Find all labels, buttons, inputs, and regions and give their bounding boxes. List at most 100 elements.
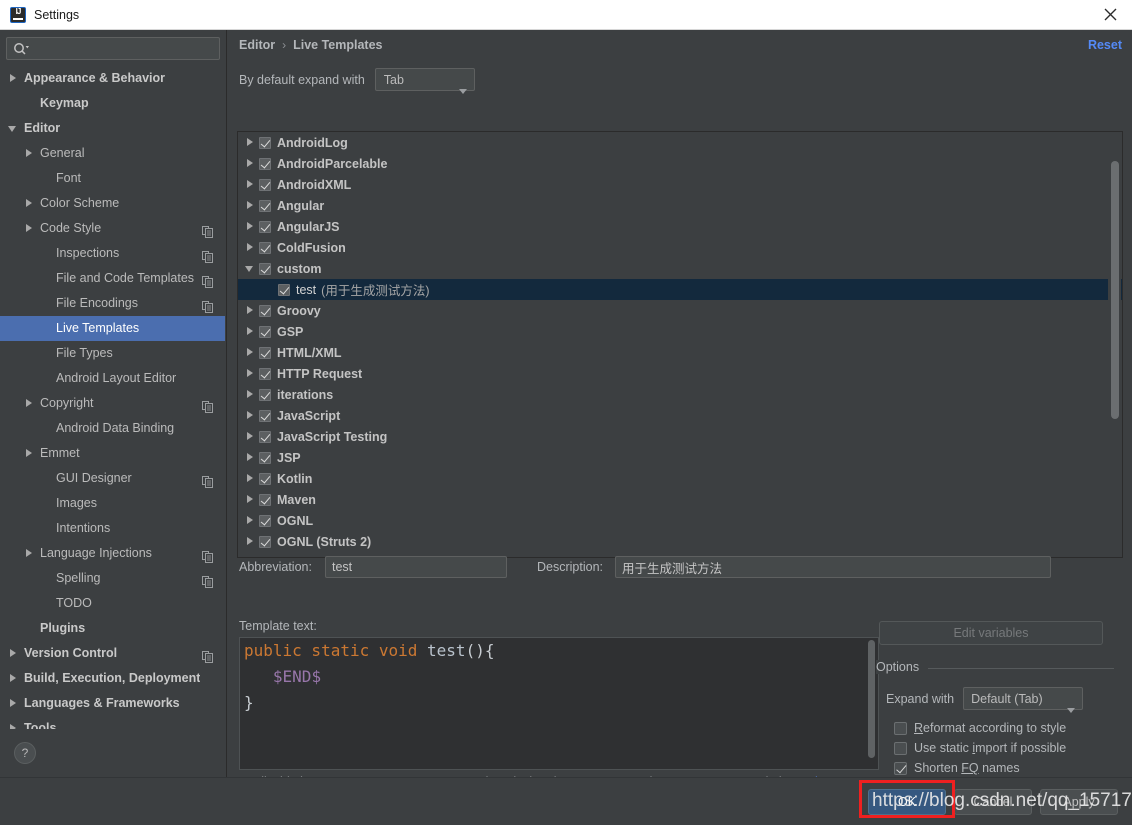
sidebar-item-general[interactable]: General	[0, 141, 225, 166]
template-checkbox[interactable]	[278, 283, 290, 296]
option-checkbox-row[interactable]: Reformat according to style	[894, 721, 1066, 735]
edit-variables-button[interactable]: Edit variables	[879, 621, 1103, 645]
sidebar-item-font[interactable]: Font	[0, 166, 225, 191]
help-button[interactable]: ?	[14, 742, 36, 764]
template-checkbox[interactable]	[259, 388, 271, 401]
chevron-right-icon[interactable]	[24, 223, 35, 234]
option-checkbox-row[interactable]: Use static import if possible	[894, 741, 1066, 755]
sidebar-item-android-layout-editor[interactable]: Android Layout Editor	[0, 366, 225, 391]
template-checkbox[interactable]	[259, 514, 271, 527]
list-scrollbar-thumb[interactable]	[1111, 161, 1119, 419]
chevron-right-icon[interactable]	[24, 198, 35, 209]
sidebar-item-android-data-binding[interactable]: Android Data Binding	[0, 416, 225, 441]
chevron-right-icon[interactable]	[245, 431, 259, 442]
search-input[interactable]	[33, 38, 217, 59]
list-scrollbar[interactable]	[1108, 133, 1121, 556]
expand-with-select[interactable]: Default (Tab)	[963, 687, 1084, 713]
live-templates-list[interactable]: AndroidLog AndroidParcelable AndroidXML Ang…	[237, 131, 1123, 558]
template-checkbox[interactable]	[259, 430, 271, 443]
template-row[interactable]: HTML/XML	[238, 342, 1122, 363]
sidebar-item-appearance-behavior[interactable]: Appearance & Behavior	[0, 66, 225, 91]
template-row[interactable]: AndroidXML	[238, 174, 1122, 195]
chevron-right-icon[interactable]	[245, 410, 259, 421]
sidebar-item-intentions[interactable]: Intentions	[0, 516, 225, 541]
sidebar-item-file-and-code-templates[interactable]: File and Code Templates	[0, 266, 225, 291]
chevron-right-icon[interactable]	[8, 698, 19, 709]
chevron-right-icon[interactable]	[8, 648, 19, 659]
sidebar-item-plugins[interactable]: Plugins	[0, 616, 225, 641]
template-row[interactable]: OGNL	[238, 510, 1122, 531]
option-checkbox[interactable]	[894, 761, 907, 775]
template-text-editor[interactable]: public static void test(){ $END$}	[239, 637, 879, 770]
chevron-right-icon[interactable]	[245, 452, 259, 463]
chevron-right-icon[interactable]	[245, 305, 259, 316]
sidebar-item-gui-designer[interactable]: GUI Designer	[0, 466, 225, 491]
remove-button[interactable]	[1126, 158, 1132, 185]
chevron-right-icon[interactable]	[245, 242, 259, 253]
template-checkbox[interactable]	[259, 241, 271, 254]
sidebar-item-file-encodings[interactable]: File Encodings	[0, 291, 225, 316]
chevron-right-icon[interactable]	[24, 548, 35, 559]
sidebar-item-todo[interactable]: TODO	[0, 591, 225, 616]
template-checkbox[interactable]	[259, 325, 271, 338]
template-row[interactable]: iterations	[238, 384, 1122, 405]
description-input[interactable]	[615, 556, 1051, 578]
template-row[interactable]: AndroidParcelable	[238, 153, 1122, 174]
apply-button[interactable]: Apply	[1040, 789, 1118, 815]
template-row[interactable]: Groovy	[238, 300, 1122, 321]
option-checkbox[interactable]	[894, 741, 907, 755]
template-checkbox[interactable]	[259, 157, 271, 170]
sidebar-item-emmet[interactable]: Emmet	[0, 441, 225, 466]
add-button[interactable]	[1126, 131, 1132, 158]
search-box[interactable]	[6, 37, 220, 60]
sidebar-item-inspections[interactable]: Inspections	[0, 241, 225, 266]
sidebar-item-spelling[interactable]: Spelling	[0, 566, 225, 591]
template-row[interactable]: Kotlin	[238, 468, 1122, 489]
sidebar-item-build-execution-deployment[interactable]: Build, Execution, Deployment	[0, 666, 225, 691]
close-icon[interactable]	[1088, 0, 1132, 29]
sidebar-item-live-templates[interactable]: Live Templates	[0, 316, 225, 341]
copy-button[interactable]	[1126, 185, 1132, 212]
sidebar-item-languages-frameworks[interactable]: Languages & Frameworks	[0, 691, 225, 716]
sidebar-item-copyright[interactable]: Copyright	[0, 391, 225, 416]
chevron-right-icon[interactable]	[8, 723, 19, 729]
template-row[interactable]: JSP	[238, 447, 1122, 468]
option-checkbox[interactable]	[894, 721, 907, 735]
revert-button[interactable]	[1126, 212, 1132, 239]
chevron-down-icon[interactable]	[8, 123, 19, 134]
template-row[interactable]: HTTP Request	[238, 363, 1122, 384]
chevron-right-icon[interactable]	[245, 389, 259, 400]
chevron-right-icon[interactable]	[245, 536, 259, 547]
chevron-right-icon[interactable]	[245, 494, 259, 505]
chevron-right-icon[interactable]	[24, 148, 35, 159]
template-checkbox[interactable]	[259, 409, 271, 422]
chevron-right-icon[interactable]	[8, 673, 19, 684]
chevron-right-icon[interactable]	[245, 326, 259, 337]
template-row[interactable]: JavaScript	[238, 405, 1122, 426]
sidebar-item-language-injections[interactable]: Language Injections	[0, 541, 225, 566]
chevron-down-icon[interactable]	[245, 263, 259, 274]
option-checkbox-row[interactable]: Shorten FQ names	[894, 761, 1020, 775]
cancel-button[interactable]: Cancel	[954, 789, 1032, 815]
chevron-right-icon[interactable]	[245, 179, 259, 190]
template-row[interactable]: AngularJS	[238, 216, 1122, 237]
template-row[interactable]: custom	[238, 258, 1122, 279]
chevron-right-icon[interactable]	[8, 73, 19, 84]
chevron-right-icon[interactable]	[245, 473, 259, 484]
template-checkbox[interactable]	[259, 346, 271, 359]
template-row[interactable]: OGNL (Struts 2)	[238, 531, 1122, 552]
chevron-right-icon[interactable]	[24, 448, 35, 459]
template-checkbox[interactable]	[259, 367, 271, 380]
template-checkbox[interactable]	[259, 220, 271, 233]
sidebar-item-images[interactable]: Images	[0, 491, 225, 516]
template-checkbox[interactable]	[259, 493, 271, 506]
template-row[interactable]: Maven	[238, 489, 1122, 510]
template-row[interactable]: AndroidLog	[238, 132, 1122, 153]
template-row[interactable]: ColdFusion	[238, 237, 1122, 258]
sidebar-item-editor[interactable]: Editor	[0, 116, 225, 141]
chevron-right-icon[interactable]	[245, 347, 259, 358]
sidebar-item-file-types[interactable]: File Types	[0, 341, 225, 366]
chevron-right-icon[interactable]	[245, 515, 259, 526]
reset-link[interactable]: Reset	[1088, 38, 1122, 52]
default-expand-select[interactable]: Tab	[374, 68, 475, 94]
